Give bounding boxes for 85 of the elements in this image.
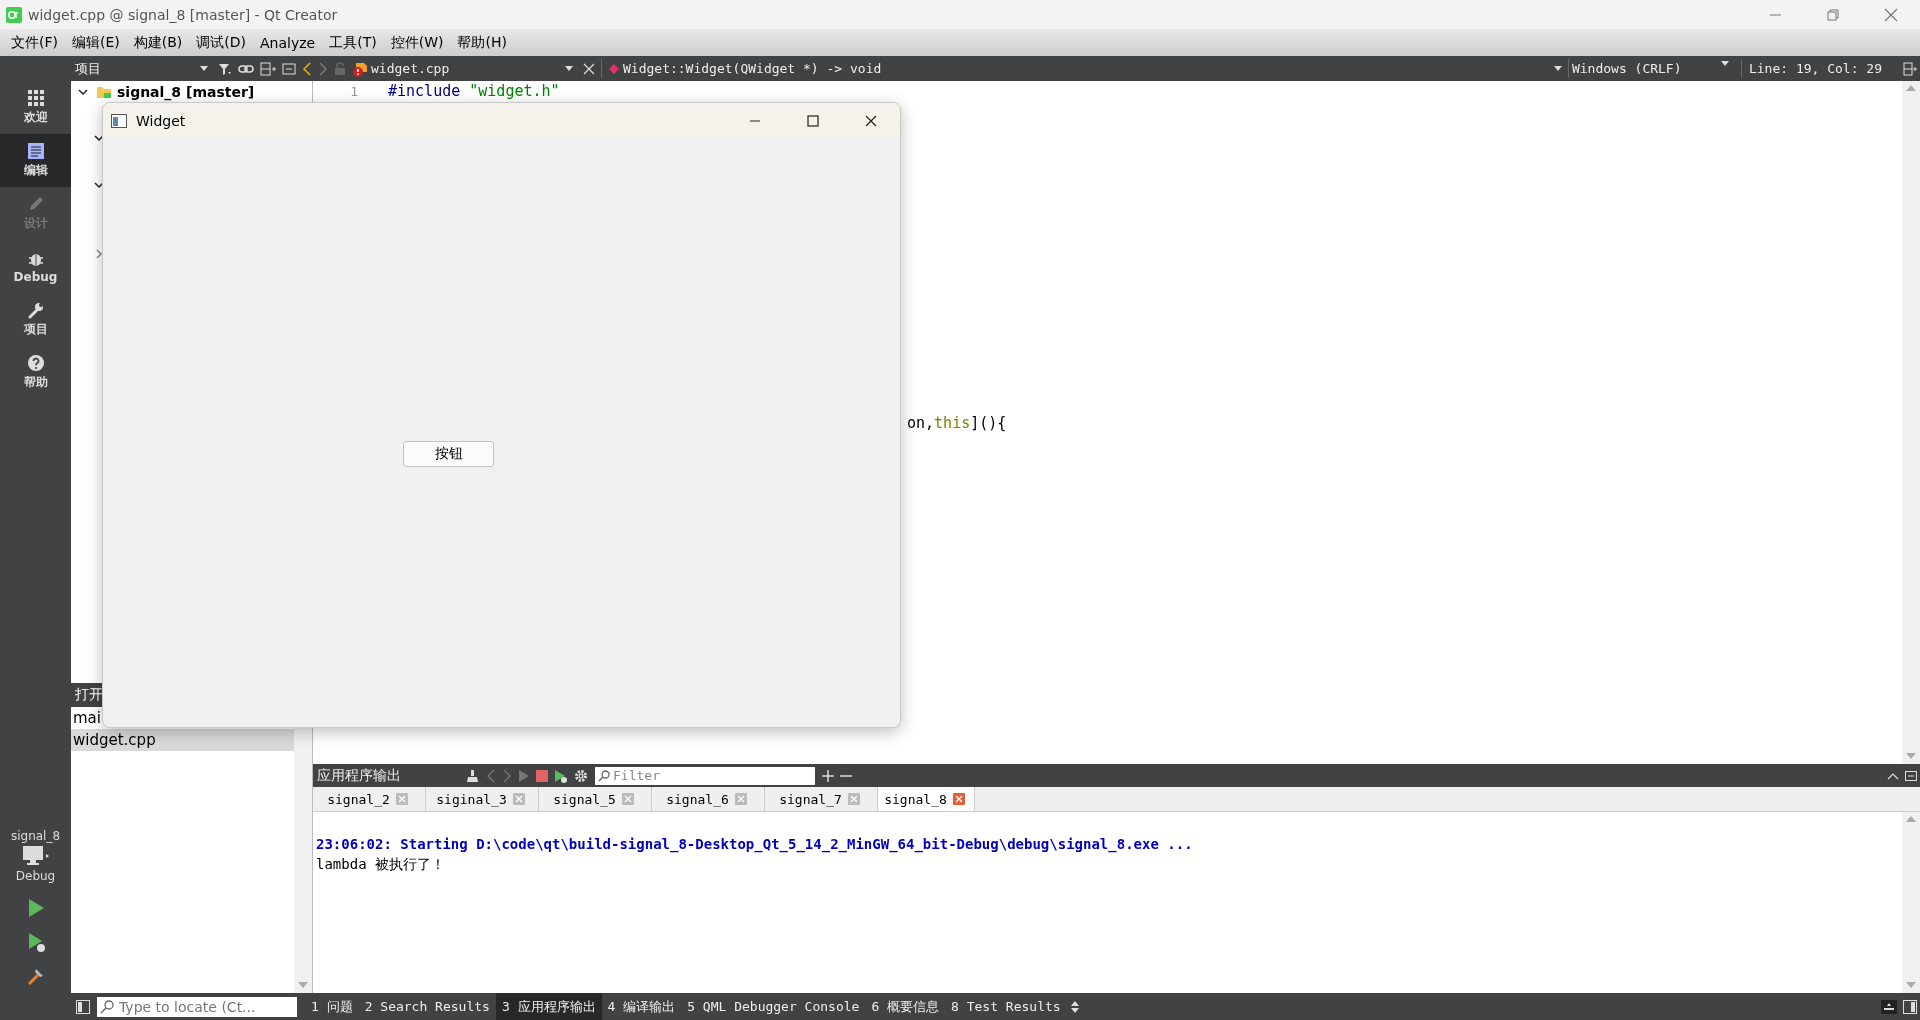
stop-icon[interactable] <box>536 769 548 782</box>
right-sidebar-icon[interactable] <box>1903 999 1917 1014</box>
menu-item[interactable]: 工具(T) <box>322 33 384 52</box>
output-tab[interactable]: signal_5 <box>539 787 652 811</box>
back-icon[interactable] <box>302 61 312 76</box>
scroll-down-icon <box>1906 982 1916 989</box>
output-tab[interactable]: signal_6 <box>652 787 765 811</box>
output-tab[interactable]: signal_2 <box>313 787 426 811</box>
output-tab[interactable]: siginal_3 <box>426 787 539 811</box>
filter-field[interactable]: Filter <box>595 766 815 785</box>
grid-icon <box>26 89 45 107</box>
sidebar-toggle-icon[interactable] <box>76 999 90 1014</box>
mode-button[interactable]: 项目 <box>0 293 71 346</box>
restore-icon[interactable] <box>1825 6 1841 23</box>
add-icon[interactable] <box>822 769 834 782</box>
mode-button[interactable]: 编辑 <box>0 134 71 187</box>
collapse-icon[interactable] <box>1887 771 1899 780</box>
mode-button[interactable]: Debug <box>0 240 71 293</box>
window-title: widget.cpp @ signal_8 [master] - Qt Creator <box>28 6 339 23</box>
monitor-icon <box>21 845 50 867</box>
wrench-icon <box>26 301 45 319</box>
split-icon[interactable] <box>1903 61 1917 76</box>
pane-button[interactable]: 4 编译输出 <box>601 993 682 1020</box>
dropdown-icon <box>1720 61 1729 67</box>
scroll-up-icon <box>1906 85 1916 92</box>
dropdown-icon[interactable] <box>1553 65 1562 72</box>
filter-icon[interactable] <box>218 61 232 76</box>
menu-item[interactable]: Analyze <box>253 34 323 51</box>
project-name[interactable]: signal_8 [master] <box>117 84 255 100</box>
menu-item[interactable]: 构建(B) <box>126 33 190 52</box>
pane-title: 应用程序输出 <box>316 766 402 785</box>
clear-icon[interactable] <box>466 768 480 783</box>
up-down-icon[interactable] <box>1069 999 1080 1014</box>
menu-item[interactable]: 调试(D) <box>189 33 253 52</box>
dropdown-icon <box>565 65 573 72</box>
push-button[interactable]: 按钮 <box>403 441 494 467</box>
search-icon <box>598 769 610 782</box>
code-line: on,this](){ <box>906 414 1007 432</box>
lock-icon <box>334 61 346 76</box>
mode-button[interactable]: 帮助 <box>0 346 71 399</box>
file-warning-icon <box>352 60 368 77</box>
folder-icon <box>96 85 112 99</box>
dropdown-icon <box>200 65 208 72</box>
cursor-position: Line: 19, Col: 29 <box>1747 61 1883 76</box>
kit-selector[interactable]: signal_8 Debug <box>0 825 71 891</box>
code-line: #include "widget.h" <box>387 82 560 100</box>
app-icon <box>6 6 22 23</box>
menu-item[interactable]: 帮助(H) <box>450 33 514 52</box>
scrollbar[interactable] <box>1902 81 1920 764</box>
close-icon[interactable] <box>864 113 878 128</box>
help-icon <box>26 354 45 372</box>
document-item[interactable]: widget.cpp <box>71 729 294 751</box>
pane-button[interactable]: 1 问题 <box>305 993 359 1020</box>
view-selector[interactable]: 项目 <box>71 59 215 78</box>
debug-run-icon[interactable] <box>554 768 568 783</box>
menu-item[interactable]: 编辑(E) <box>65 33 127 52</box>
output-toggle-icon[interactable] <box>1881 999 1897 1014</box>
pane-button[interactable]: 3 应用程序输出 <box>495 993 602 1020</box>
file-selector[interactable]: widget.cpp <box>371 61 580 76</box>
scrollbar[interactable] <box>1902 812 1920 993</box>
scroll-down-icon <box>298 982 308 989</box>
locate-field[interactable]: Type to locate (Ct... <box>97 996 297 1017</box>
output-line: 23:06:02: Starting D:\code\qt\build-signal_8-Desktop_Qt_5_14_2_MinGW_64_bit-Debug\debug\signal_8.exe ... <box>316 836 1194 855</box>
window-title: Widget <box>135 112 187 129</box>
close-pane-icon[interactable] <box>282 62 296 75</box>
output-tab[interactable]: signal_8 <box>878 787 975 811</box>
menu-item[interactable]: 控件(W) <box>383 33 451 52</box>
window-icon <box>111 113 127 128</box>
settings-icon[interactable] <box>574 768 588 783</box>
diamond-icon <box>608 62 620 75</box>
scroll-up-icon <box>1906 816 1916 823</box>
pane-button[interactable]: 5 QML Debugger Console <box>681 993 866 1020</box>
maximize-icon[interactable] <box>806 113 820 128</box>
output-line: lambda 被执行了！ <box>316 856 446 874</box>
pane-button[interactable]: 2 Search Results <box>358 993 496 1020</box>
pane-button[interactable]: 8 Test Results <box>945 993 1067 1020</box>
menu-item[interactable]: 文件(F) <box>4 33 65 52</box>
symbol-selector[interactable]: Widget::Widget(QWidget *) -> void <box>623 61 1551 76</box>
line-ending-selector[interactable]: Windows (CRLF) <box>1571 61 1738 76</box>
document-icon <box>26 142 45 160</box>
search-icon <box>100 999 114 1014</box>
scroll-down-icon <box>1906 753 1916 760</box>
mode-button[interactable]: 欢迎 <box>0 81 71 134</box>
split-icon[interactable] <box>260 61 276 76</box>
pane-button[interactable]: 6 概要信息 <box>865 993 946 1020</box>
